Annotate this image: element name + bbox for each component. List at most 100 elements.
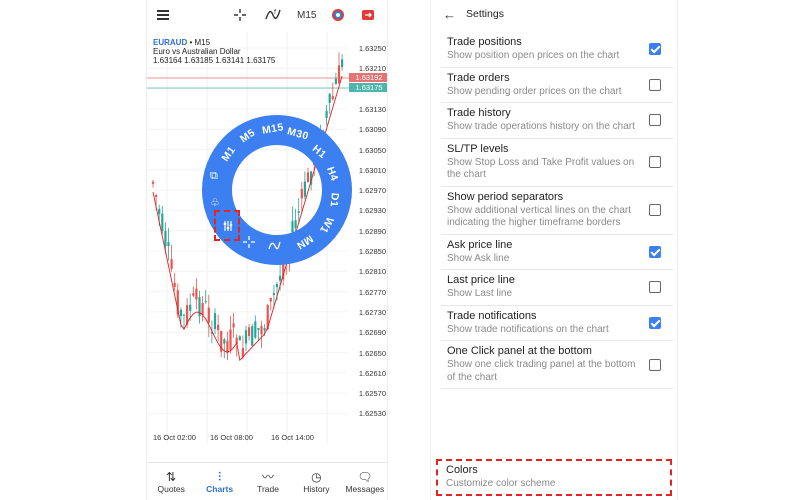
- setting-checkbox[interactable]: [649, 316, 661, 329]
- price-tick-label: 1.63210: [358, 64, 386, 74]
- setting-checkbox[interactable]: [649, 281, 661, 294]
- nav-quotes[interactable]: ⇅ Quotes: [147, 463, 195, 500]
- svg-text:f: f: [274, 9, 277, 16]
- time-label: 16 Oct 14:00: [271, 433, 314, 442]
- price-tick-label: 1.63010: [358, 165, 386, 175]
- setting-checkbox[interactable]: [649, 204, 661, 216]
- menu-icon[interactable]: [157, 5, 169, 25]
- setting-row[interactable]: Trade notifications Show trade notificati…: [441, 306, 673, 341]
- setting-row[interactable]: Show period separators Show additional ve…: [441, 187, 673, 235]
- nav-label: Messages: [345, 483, 385, 494]
- setting-desc: Show one click trading panel at the bott…: [447, 359, 636, 383]
- bid-price-tag: 1.63175: [349, 83, 387, 92]
- setting-row[interactable]: SL/TP levels Show Stop Loss and Take Prof…: [441, 139, 673, 187]
- setting-desc: Show trade operations history on the cha…: [447, 121, 635, 132]
- time-label: 16 Oct 02:00: [153, 433, 196, 442]
- time-label: 16 Oct 08:00: [210, 433, 253, 442]
- setting-desc: Show trade notifications on the chart: [447, 323, 609, 335]
- nav-label: Trade: [257, 483, 279, 494]
- messages-icon: 🗨: [357, 469, 373, 484]
- settings-list: Trade positions Show position open prices…: [441, 32, 673, 389]
- setting-checkbox[interactable]: [649, 358, 661, 371]
- price-tick-label: 1.62570: [358, 389, 386, 399]
- setting-checkbox[interactable]: [649, 114, 661, 127]
- indicators-icon[interactable]: [268, 240, 281, 254]
- price-tick-label: 1.62770: [358, 287, 386, 297]
- setting-title: Colors: [446, 464, 478, 476]
- setting-title: One Click panel at the bottom: [447, 345, 592, 357]
- price-tick-label: 1.62970: [358, 186, 386, 196]
- price-tick-label: 1.62810: [358, 267, 386, 277]
- symbol-description: Euro vs Australian Dollar: [153, 47, 241, 56]
- price-tick-label: 1.63050: [358, 145, 386, 155]
- nav-label: History: [303, 483, 330, 494]
- setting-desc: Show Ask line: [447, 252, 510, 264]
- settings-header: ← Settings: [431, 0, 677, 28]
- tf-d1[interactable]: D1: [328, 192, 341, 207]
- setting-desc: Show Last line: [447, 288, 513, 299]
- ask-price-tag: 1.63192: [349, 73, 387, 82]
- price-tick-label: 1.62890: [358, 226, 386, 236]
- setting-row[interactable]: Trade positions Show position open prices…: [441, 32, 673, 68]
- price-tick-label: 1.62530: [358, 409, 386, 419]
- price-tick-label: 1.62730: [358, 307, 386, 317]
- setting-desc: Show additional vertical lines on the ch…: [447, 204, 631, 229]
- nav-label: Charts: [206, 483, 234, 494]
- symbol-label: EURAUD: [153, 38, 188, 47]
- trade-icon: 〰: [262, 469, 275, 484]
- ohlc-values: 1.63164 1.63185 1.63141 1.63175: [153, 56, 276, 65]
- setting-checkbox[interactable]: [649, 43, 661, 56]
- setting-row[interactable]: Trade orders Show pending order prices on…: [441, 68, 673, 103]
- crosshair-icon[interactable]: [233, 5, 247, 25]
- chart-toolbar: f M15: [147, 0, 387, 30]
- nav-history[interactable]: ◷ History: [292, 463, 340, 500]
- setting-row[interactable]: Trade history Show trade operations histo…: [441, 103, 673, 139]
- price-tick-label: 1.62850: [358, 247, 386, 256]
- nav-trade[interactable]: 〰 Trade: [244, 463, 292, 500]
- nav-label: Quotes: [157, 483, 185, 494]
- price-tick-label: 1.62610: [358, 368, 386, 378]
- objects-icon[interactable]: ♧: [210, 196, 220, 209]
- back-arrow-icon[interactable]: ←: [443, 7, 456, 22]
- object-icon[interactable]: [331, 5, 345, 25]
- price-tick-label: 1.63090: [358, 125, 386, 135]
- chart-screen: f M15 EURAUD • M15 Euro vs Australian Do…: [146, 0, 388, 500]
- setting-title: Trade positions: [447, 36, 522, 48]
- quotes-icon: ⇅: [166, 469, 177, 484]
- charts-icon: ⫶: [218, 469, 222, 484]
- highlight-box: [214, 210, 240, 241]
- price-tick-label: 1.63250: [358, 44, 386, 53]
- history-icon: ◷: [311, 469, 322, 484]
- price-tick-label: 1.62650: [358, 348, 386, 358]
- setting-desc: Show position open prices on the chart: [447, 50, 620, 61]
- setting-title: Trade orders: [447, 71, 510, 84]
- setting-title: Trade notifications: [447, 309, 537, 322]
- indicators-icon[interactable]: f: [265, 5, 281, 25]
- colors-setting[interactable]: Colors Customize color scheme: [436, 459, 672, 496]
- setting-checkbox[interactable]: [649, 78, 661, 91]
- nav-charts[interactable]: ⫶ Charts: [195, 463, 243, 500]
- setting-row[interactable]: Ask price line Show Ask line: [441, 235, 673, 270]
- crosshair-icon[interactable]: [243, 236, 255, 251]
- nav-messages[interactable]: 🗨 Messages: [341, 463, 387, 500]
- setting-checkbox[interactable]: [649, 245, 661, 258]
- settings-screen: ← Settings Trade positions Show position …: [430, 0, 678, 500]
- bottom-nav: ⇅ Quotes ⫶ Charts 〰 Trade ◷ History 🗨 Me…: [147, 462, 387, 500]
- setting-title: Ask price line: [447, 238, 513, 251]
- timeframe-suffix: • M15: [187, 38, 211, 47]
- setting-title: Trade history: [447, 107, 511, 119]
- setting-row[interactable]: Last price line Show Last line: [441, 270, 673, 306]
- setting-row[interactable]: One Click panel at the bottom Show one cl…: [441, 341, 673, 389]
- setting-title: Last price line: [447, 274, 515, 286]
- price-tick-label: 1.62690: [358, 328, 386, 338]
- setting-desc: Show pending order prices on the chart: [447, 85, 622, 97]
- timeframe-button[interactable]: M15: [297, 5, 316, 25]
- setting-title: SL/TP levels: [447, 142, 509, 155]
- copy-icon[interactable]: ⧉: [210, 170, 218, 183]
- page-title: Settings: [466, 8, 504, 20]
- trade-icon[interactable]: [361, 5, 375, 25]
- setting-checkbox[interactable]: [649, 156, 661, 168]
- setting-title: Show period separators: [447, 190, 564, 203]
- chart-info: EURAUD • M15 Euro vs Australian Dollar 1…: [153, 38, 275, 65]
- price-tick-label: 1.63130: [358, 104, 386, 114]
